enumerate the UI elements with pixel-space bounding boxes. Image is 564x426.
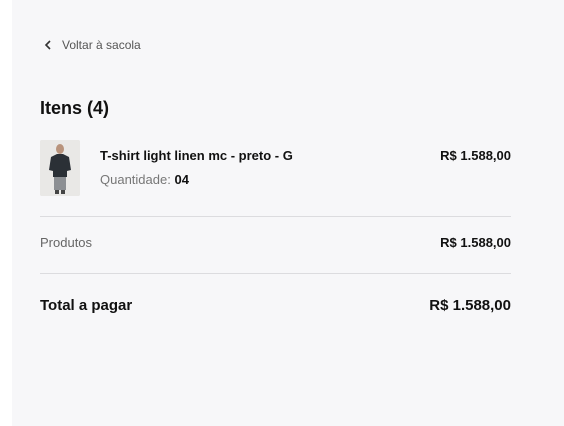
chevron-left-icon <box>44 40 52 50</box>
divider <box>40 216 511 217</box>
item-price: R$ 1.588,00 <box>440 148 511 163</box>
items-heading: Itens (4) <box>40 98 110 118</box>
checkout-summary-panel <box>12 0 564 426</box>
back-label: Voltar à sacola <box>62 38 141 52</box>
total-value: R$ 1.588,00 <box>429 297 511 314</box>
item-quantity: Quantidade: 04 <box>100 172 189 187</box>
products-value: R$ 1.588,00 <box>440 235 511 250</box>
total-label: Total a pagar <box>40 297 133 314</box>
back-to-bag-link[interactable]: Voltar à sacola <box>44 38 141 52</box>
item-name: T-shirt light linen mc - preto - G <box>100 148 293 163</box>
quantity-label: Quantidade: <box>100 172 171 187</box>
product-thumbnail[interactable] <box>40 140 80 196</box>
cart-item: T-shirt light linen mc - preto - G Quant… <box>40 140 511 198</box>
divider <box>40 273 511 274</box>
quantity-value: 04 <box>174 172 189 187</box>
products-label: Produtos <box>40 235 93 250</box>
